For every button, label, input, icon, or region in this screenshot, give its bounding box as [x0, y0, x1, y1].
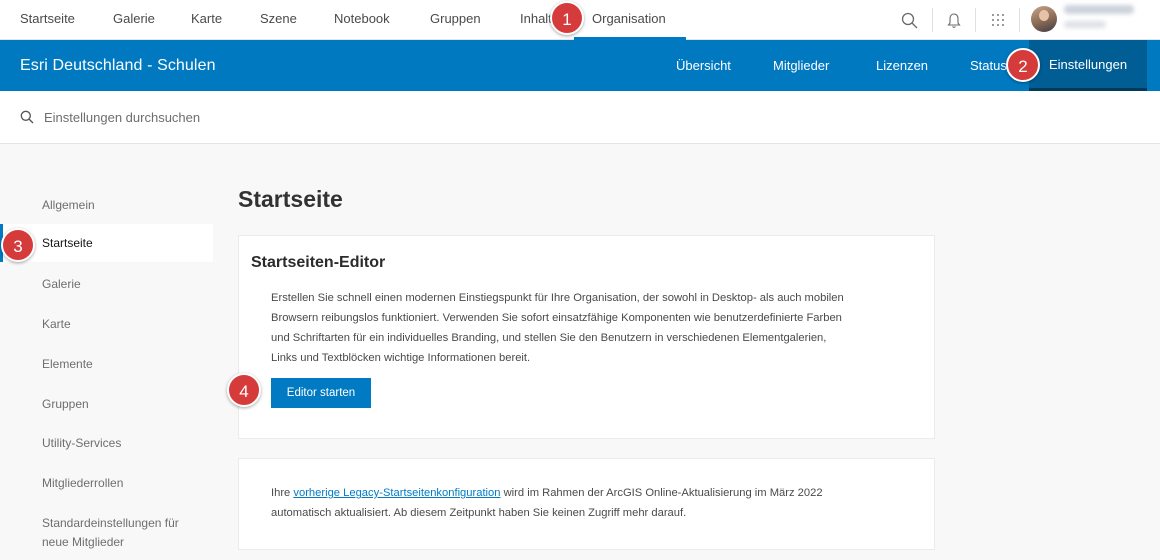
organization-title: Esri Deutschland - Schulen: [20, 57, 216, 74]
divider: [975, 8, 976, 32]
settings-search-input[interactable]: [44, 105, 544, 129]
page-title: Startseite: [238, 186, 343, 212]
sidebar-item-standardeinstellungen-line2[interactable]: neue Mitglieder: [42, 533, 124, 551]
tab-status[interactable]: Status: [970, 40, 1007, 91]
user-menu[interactable]: [1064, 5, 1134, 28]
step-badge-1: 1: [550, 1, 584, 35]
nav-gruppen[interactable]: Gruppen: [430, 0, 481, 40]
sidebar-item-mitgliederrollen[interactable]: Mitgliederrollen: [42, 474, 123, 492]
divider: [1019, 8, 1020, 32]
user-name-redacted: [1064, 5, 1134, 14]
legacy-notice-line: Ihre vorherige Legacy-Startseitenkonfigu…: [271, 483, 911, 503]
divider: [932, 8, 933, 32]
nav-galerie[interactable]: Galerie: [113, 0, 155, 40]
legacy-suffix: wird im Rahmen der ArcGIS Online-Aktuali…: [500, 487, 823, 499]
sidebar-item-karte[interactable]: Karte: [42, 315, 71, 333]
sidebar-item-utility-services[interactable]: Utility-Services: [42, 434, 121, 452]
nav-karte[interactable]: Karte: [191, 0, 222, 40]
sidebar-item-gruppen[interactable]: Gruppen: [42, 395, 89, 413]
description-line: Erstellen Sie schnell einen modernen Ein…: [271, 292, 844, 304]
organization-header: Esri Deutschland - Schulen Übersicht Mit…: [0, 40, 1160, 91]
tab-mitglieder[interactable]: Mitglieder: [773, 40, 829, 91]
bell-icon[interactable]: [943, 0, 965, 40]
sidebar-item-startseite[interactable]: Startseite: [42, 234, 93, 252]
legacy-notice-line: automatisch aktualisiert. Ab diesem Zeit…: [271, 507, 687, 519]
app-grid-icon[interactable]: [987, 0, 1009, 40]
nav-startseite[interactable]: Startseite: [20, 0, 75, 40]
step-badge-3: 3: [1, 228, 35, 262]
nav-inhalt[interactable]: Inhalt: [520, 0, 552, 40]
sidebar-item-allgemein[interactable]: Allgemein: [42, 196, 95, 214]
tab-uebersicht[interactable]: Übersicht: [676, 40, 731, 91]
search-icon[interactable]: [898, 0, 920, 40]
step-badge-4: 4: [227, 373, 261, 407]
user-role-redacted: [1064, 21, 1106, 28]
description-line: Browsern reibungslos funktioniert. Verwe…: [271, 312, 842, 324]
card-description: Erstellen Sie schnell einen modernen Ein…: [271, 288, 911, 368]
nav-organisation[interactable]: Organisation: [592, 0, 666, 40]
launch-editor-button[interactable]: Editor starten: [271, 378, 371, 408]
legacy-notice-text: Ihre vorherige Legacy-Startseitenkonfigu…: [271, 483, 911, 523]
legacy-notice-card: Ihre vorherige Legacy-Startseitenkonfigu…: [238, 458, 935, 550]
homepage-editor-card: Startseiten-Editor Erstellen Sie schnell…: [238, 235, 935, 439]
sidebar-item-standardeinstellungen[interactable]: Standardeinstellungen für: [42, 514, 179, 532]
card-title: Startseiten-Editor: [251, 254, 386, 271]
settings-search-bar: [0, 91, 1160, 144]
nav-szene[interactable]: Szene: [260, 0, 297, 40]
tab-einstellungen[interactable]: Einstellungen: [1029, 40, 1148, 91]
sidebar-item-galerie[interactable]: Galerie: [42, 275, 81, 293]
step-badge-2: 2: [1006, 48, 1040, 82]
description-line: Links und Textblöcken wichtige Informati…: [271, 352, 531, 364]
nav-notebook[interactable]: Notebook: [334, 0, 390, 40]
search-icon: [20, 110, 34, 129]
avatar[interactable]: [1031, 6, 1057, 32]
sidebar-item-elemente[interactable]: Elemente: [42, 355, 93, 373]
legacy-prefix: Ihre: [271, 487, 294, 499]
description-line: und Schriftarten für ein individuelles B…: [271, 332, 827, 344]
legacy-config-link[interactable]: vorherige Legacy-Startseitenkonfiguratio…: [293, 487, 500, 499]
tab-lizenzen[interactable]: Lizenzen: [876, 40, 928, 91]
